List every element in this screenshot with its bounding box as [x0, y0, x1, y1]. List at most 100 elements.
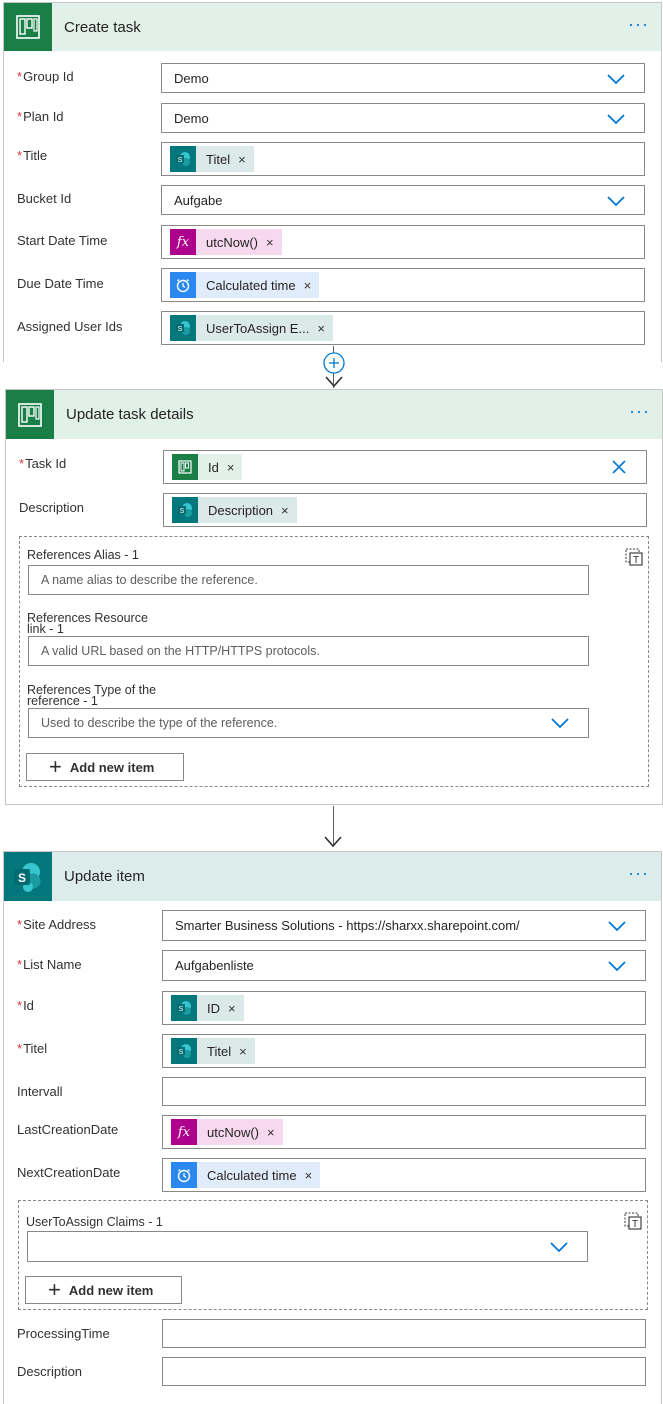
remove-token-icon[interactable]: ×: [239, 1044, 247, 1059]
references-resource-input[interactable]: A valid URL based on the HTTP/HTTPS prot…: [28, 636, 589, 666]
references-type-dropdown[interactable]: Used to describe the type of the referen…: [28, 708, 589, 738]
site-address-dropdown[interactable]: Smarter Business Solutions - https://sha…: [162, 910, 646, 941]
assigned-user-token[interactable]: S UserToAssign E... ×: [170, 315, 333, 341]
plan-id-label: *Plan Id: [17, 109, 64, 124]
clear-icon[interactable]: [612, 460, 626, 474]
site-address-value: Smarter Business Solutions - https://sha…: [175, 918, 520, 933]
last-creation-date-input[interactable]: fx utcNow() ×: [162, 1115, 646, 1149]
remove-token-icon[interactable]: ×: [266, 235, 274, 250]
svg-text:T: T: [632, 1219, 638, 1230]
planner-icon: [172, 454, 198, 480]
chevron-down-icon: [551, 718, 569, 729]
list-name-dropdown[interactable]: Aufgabenliste: [162, 950, 646, 981]
description-input[interactable]: [162, 1357, 646, 1386]
create-task-header[interactable]: Create task ···: [4, 3, 661, 51]
assigned-user-ids-label: Assigned User Ids: [17, 319, 123, 334]
id-token[interactable]: S ID ×: [171, 995, 244, 1021]
switch-to-text-mode-icon[interactable]: T: [624, 547, 644, 567]
add-new-item-button[interactable]: + Add new item: [25, 1276, 182, 1304]
expression-fx-icon: fx: [171, 1119, 197, 1145]
svg-text:S: S: [179, 1006, 184, 1013]
next-creation-date-token[interactable]: Calculated time ×: [171, 1162, 321, 1188]
update-item-header[interactable]: S Update item ···: [4, 852, 661, 901]
schedule-clock-icon: [171, 1162, 197, 1188]
titel-input[interactable]: S Titel ×: [162, 1034, 646, 1068]
chevron-down-icon: [607, 196, 625, 207]
plan-id-dropdown[interactable]: Demo: [161, 103, 645, 133]
description-token[interactable]: S Description ×: [172, 497, 297, 523]
planner-icon: [6, 390, 54, 439]
remove-token-icon[interactable]: ×: [305, 1168, 313, 1183]
group-id-dropdown[interactable]: Demo: [161, 63, 645, 93]
intervall-input[interactable]: [162, 1077, 646, 1106]
references-array: T References Alias - 1 A name alias to d…: [19, 536, 649, 787]
title-token[interactable]: S Titel ×: [170, 146, 254, 172]
remove-token-icon[interactable]: ×: [227, 460, 235, 475]
references-alias-label: References Alias - 1: [27, 548, 139, 562]
next-creation-date-input[interactable]: Calculated time ×: [162, 1158, 646, 1192]
sharepoint-icon: S: [171, 995, 197, 1021]
description-label: Description: [17, 1364, 83, 1379]
processing-time-input[interactable]: [162, 1319, 646, 1348]
due-date-time-label: Due Date Time: [17, 276, 104, 291]
task-id-token[interactable]: Id ×: [172, 454, 243, 480]
svg-text:T: T: [633, 555, 639, 566]
start-date-time-label: Start Date Time: [17, 233, 108, 248]
chevron-down-icon: [608, 921, 626, 932]
title-input[interactable]: S Titel ×: [161, 142, 645, 176]
create-task-card: Create task ··· *Group Id Demo *Plan Id …: [3, 2, 662, 362]
list-name-value: Aufgabenliste: [175, 958, 254, 973]
svg-text:S: S: [178, 326, 183, 333]
chevron-down-icon: [608, 961, 626, 972]
create-task-title: Create task: [64, 18, 141, 36]
update-task-details-header[interactable]: Update task details ···: [6, 390, 662, 439]
description-label: Description: [19, 500, 85, 515]
titel-token[interactable]: S Titel ×: [171, 1038, 255, 1064]
site-address-label: *Site Address: [17, 917, 97, 932]
last-creation-date-label: LastCreationDate: [17, 1122, 119, 1137]
remove-token-icon[interactable]: ×: [228, 1001, 236, 1016]
more-options-icon[interactable]: ···: [629, 402, 650, 420]
user-to-assign-claims-dropdown[interactable]: [27, 1231, 588, 1262]
user-to-assign-claims-label: UserToAssign Claims - 1: [26, 1215, 163, 1229]
remove-token-icon[interactable]: ×: [238, 152, 246, 167]
update-item-card: S Update item ··· *Site Address Smarter …: [3, 851, 662, 1404]
start-date-time-input[interactable]: fx utcNow() ×: [161, 225, 645, 259]
update-task-details-title: Update task details: [66, 406, 194, 423]
update-task-details-card: Update task details ··· *Task Id Id × De…: [5, 389, 663, 805]
plan-id-value: Demo: [174, 110, 209, 126]
remove-token-icon[interactable]: ×: [281, 503, 289, 518]
description-input[interactable]: S Description ×: [163, 493, 647, 527]
user-to-assign-claims-array: T UserToAssign Claims - 1 + Add new item: [18, 1200, 648, 1310]
more-options-icon[interactable]: ···: [628, 15, 649, 33]
due-date-token[interactable]: Calculated time ×: [170, 272, 320, 298]
task-id-label: *Task Id: [19, 456, 67, 471]
start-date-token[interactable]: fx utcNow() ×: [170, 229, 282, 255]
references-type-label: References Type of the reference - 1: [27, 683, 157, 708]
update-item-title: Update item: [64, 868, 145, 885]
assigned-user-ids-input[interactable]: S UserToAssign E... ×: [161, 311, 645, 345]
sharepoint-icon: S: [171, 1038, 197, 1064]
bucket-id-label: Bucket Id: [17, 191, 72, 206]
chevron-down-icon: [607, 74, 625, 85]
intervall-label: Intervall: [17, 1084, 63, 1099]
remove-token-icon[interactable]: ×: [267, 1125, 275, 1140]
references-alias-input[interactable]: A name alias to describe the reference.: [28, 565, 589, 595]
remove-token-icon[interactable]: ×: [317, 321, 325, 336]
id-input[interactable]: S ID ×: [162, 991, 646, 1025]
task-id-input[interactable]: Id ×: [163, 450, 647, 484]
sharepoint-icon: S: [4, 852, 52, 901]
title-label: *Title: [17, 148, 48, 163]
due-date-time-input[interactable]: Calculated time ×: [161, 268, 645, 302]
remove-token-icon[interactable]: ×: [304, 278, 312, 293]
more-options-icon[interactable]: ···: [628, 864, 649, 882]
arrow-down-icon: [324, 836, 342, 848]
id-label: *Id: [17, 998, 34, 1013]
add-new-item-button[interactable]: + Add new item: [26, 753, 184, 781]
insert-step-plus-icon[interactable]: [322, 351, 346, 375]
bucket-id-dropdown[interactable]: Aufgabe: [161, 185, 645, 215]
switch-to-text-mode-icon[interactable]: T: [623, 1211, 643, 1231]
last-creation-date-token[interactable]: fx utcNow() ×: [171, 1119, 283, 1145]
titel-label: *Titel: [17, 1041, 48, 1056]
planner-icon: [4, 3, 52, 51]
